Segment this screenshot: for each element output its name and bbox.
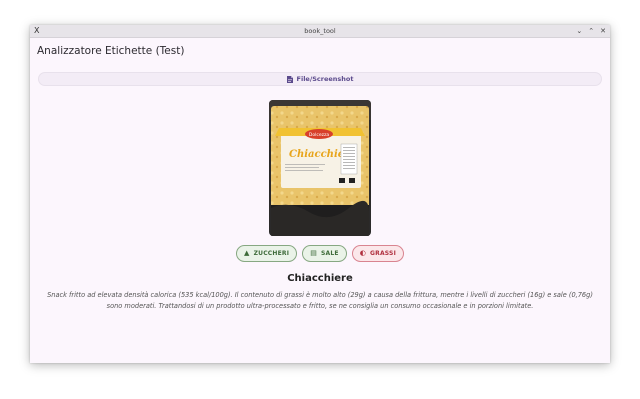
file-screenshot-label: File/Screenshot (296, 75, 354, 83)
chip-label: SALE (321, 250, 339, 257)
app-window: X book_tool ⌄ ⌃ ✕ Analizzatore Etichette… (30, 25, 610, 363)
chip-label: GRASSI (370, 250, 397, 257)
window-controls: ⌄ ⌃ ✕ (576, 25, 606, 37)
product-image: Dolcezza Chiacchiere (269, 100, 371, 236)
product-description: Snack fritto ad elevata densità calorica… (47, 291, 593, 310)
window-title: book_tool (304, 27, 336, 35)
chip-grassi[interactable]: ◐ GRASSI (351, 245, 405, 262)
fat-drop-icon: ◐ (359, 249, 367, 257)
page-title: Analizzatore Etichette (Test) (37, 45, 185, 57)
salt-icon: ▤ (310, 249, 318, 257)
chip-sale[interactable]: ▤ SALE (302, 245, 347, 262)
maximize-icon[interactable]: ⌃ (588, 25, 594, 37)
file-icon (286, 75, 293, 83)
chip-label: ZUCCHERI (253, 250, 290, 257)
product-name: Chiacchiere (287, 273, 353, 284)
file-screenshot-button[interactable]: File/Screenshot (38, 72, 602, 86)
sugar-icon: ▲ (243, 249, 250, 257)
product-brand-text: Dolcezza (309, 132, 329, 138)
minimize-icon[interactable]: ⌄ (576, 25, 582, 37)
window-titlebar[interactable]: X book_tool ⌄ ⌃ ✕ (30, 25, 610, 38)
close-icon[interactable]: ✕ (600, 25, 606, 37)
chip-zuccheri[interactable]: ▲ ZUCCHERI (235, 245, 298, 262)
nutrient-chips: ▲ ZUCCHERI ▤ SALE ◐ GRASSI (30, 245, 610, 262)
